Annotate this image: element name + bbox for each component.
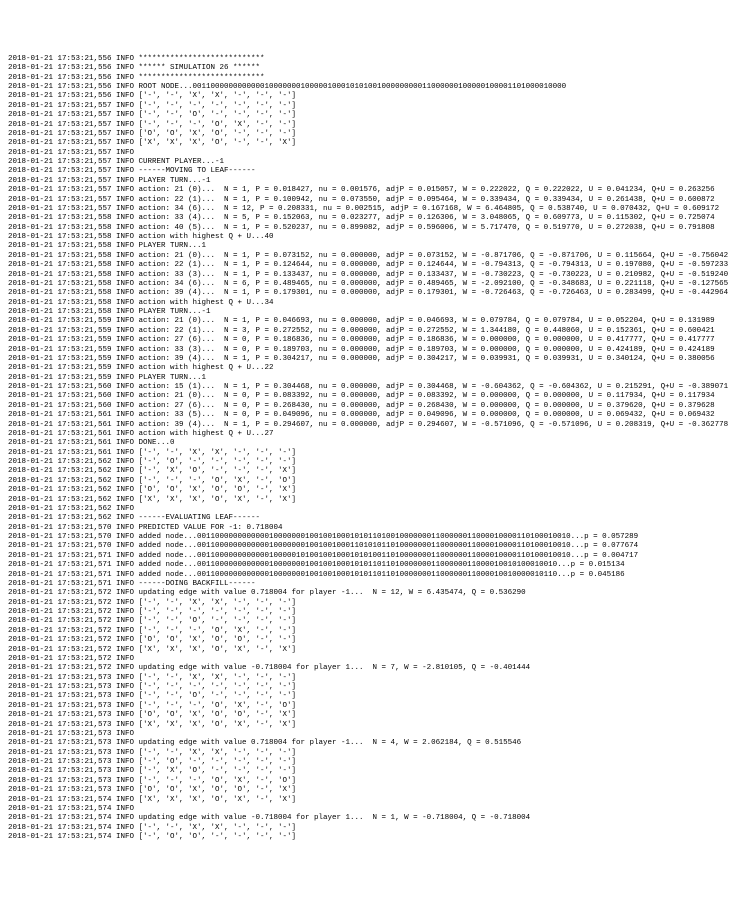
log-output: 2018-01-21 17:53:21,556 INFO ***********… — [8, 55, 732, 843]
